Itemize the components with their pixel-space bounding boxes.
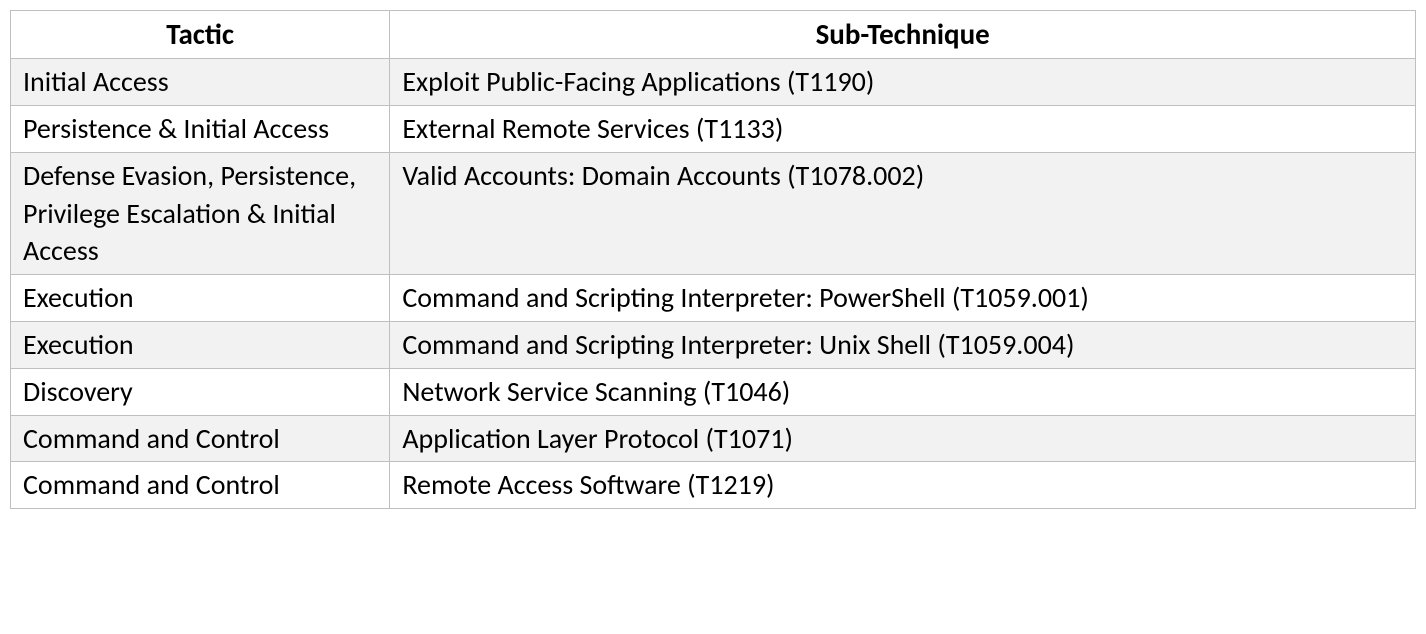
- table-row: Execution Command and Scripting Interpre…: [11, 321, 1416, 368]
- table-row: Persistence & Initial Access External Re…: [11, 105, 1416, 152]
- mitre-attack-table: Tactic Sub-Technique Initial Access Expl…: [10, 10, 1416, 509]
- cell-subtechnique: Network Service Scanning (T1046): [390, 368, 1416, 415]
- cell-tactic: Defense Evasion, Persistence, Privilege …: [11, 152, 390, 274]
- table-body: Initial Access Exploit Public-Facing App…: [11, 59, 1416, 509]
- cell-tactic: Initial Access: [11, 59, 390, 106]
- table-row: Execution Command and Scripting Interpre…: [11, 275, 1416, 322]
- header-subtechnique: Sub-Technique: [390, 11, 1416, 59]
- cell-subtechnique: Exploit Public-Facing Applications (T119…: [390, 59, 1416, 106]
- cell-tactic: Persistence & Initial Access: [11, 105, 390, 152]
- table-header-row: Tactic Sub-Technique: [11, 11, 1416, 59]
- cell-subtechnique: Command and Scripting Interpreter: Power…: [390, 275, 1416, 322]
- table-row: Discovery Network Service Scanning (T104…: [11, 368, 1416, 415]
- cell-subtechnique: Application Layer Protocol (T1071): [390, 415, 1416, 462]
- cell-subtechnique: External Remote Services (T1133): [390, 105, 1416, 152]
- cell-tactic: Execution: [11, 321, 390, 368]
- table-row: Defense Evasion, Persistence, Privilege …: [11, 152, 1416, 274]
- table-row: Command and Control Remote Access Softwa…: [11, 462, 1416, 509]
- cell-subtechnique: Valid Accounts: Domain Accounts (T1078.0…: [390, 152, 1416, 274]
- table-row: Command and Control Application Layer Pr…: [11, 415, 1416, 462]
- cell-tactic: Command and Control: [11, 462, 390, 509]
- cell-tactic: Execution: [11, 275, 390, 322]
- cell-tactic: Discovery: [11, 368, 390, 415]
- cell-subtechnique: Remote Access Software (T1219): [390, 462, 1416, 509]
- header-tactic: Tactic: [11, 11, 390, 59]
- table-row: Initial Access Exploit Public-Facing App…: [11, 59, 1416, 106]
- cell-subtechnique: Command and Scripting Interpreter: Unix …: [390, 321, 1416, 368]
- cell-tactic: Command and Control: [11, 415, 390, 462]
